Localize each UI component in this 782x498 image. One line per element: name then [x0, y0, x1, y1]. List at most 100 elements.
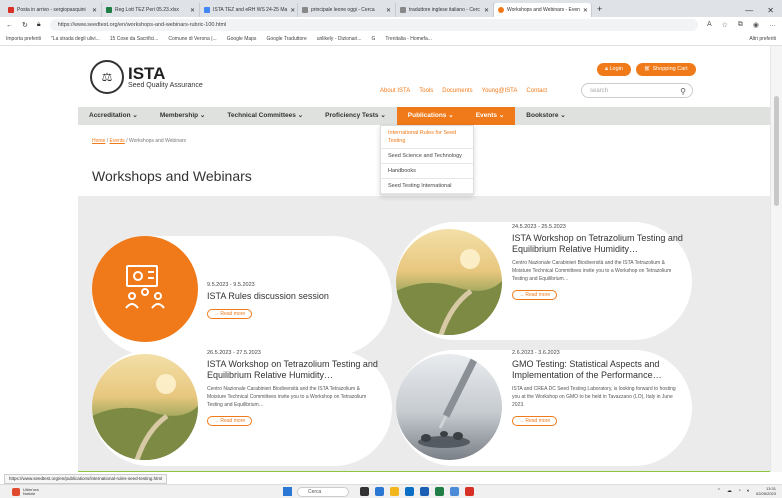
nav-publications[interactable]: Publications ⌄: [396, 107, 465, 125]
event-card[interactable]: 9.5.2023 - 9.5.2023 ISTA Rules discussio…: [92, 236, 392, 356]
dropdown-item[interactable]: Handbooks: [381, 164, 473, 179]
read-more-button[interactable]: → Read more: [207, 416, 253, 426]
nav-membership[interactable]: Membership ⌄: [149, 107, 217, 125]
bookmark-item[interactable]: Trenitalia - Homefa...: [385, 36, 432, 42]
login-button[interactable]: 🔒︎ Login: [597, 63, 631, 76]
close-tab-icon[interactable]: ✕: [290, 7, 295, 14]
store-icon[interactable]: [405, 487, 414, 496]
link-about[interactable]: About ISTA: [380, 88, 410, 94]
news-widget[interactable]: Ultim'ora Notizie: [12, 487, 39, 496]
shopping-cart-button[interactable]: 🛒︎ Shopping Cart: [635, 63, 696, 76]
lab-pipette-image: [418, 358, 478, 448]
wifi-icon[interactable]: ◔: [738, 488, 741, 494]
close-tab-icon[interactable]: ✕: [583, 7, 588, 14]
onedrive-icon[interactable]: ☁: [727, 488, 732, 494]
search-icon[interactable]: ⚲: [680, 85, 686, 99]
read-more-button[interactable]: → Read more: [512, 416, 558, 426]
bookmark-item[interactable]: Comune di Verona |...: [168, 36, 216, 42]
task-view-icon[interactable]: [360, 487, 369, 496]
minimize-icon[interactable]: —: [745, 6, 753, 15]
bookmark-item[interactable]: Google Traduttore: [266, 36, 306, 42]
read-more-button[interactable]: → Read more: [207, 309, 253, 319]
event-description: ISTA and CREA DC Seed Testing Laboratory…: [512, 386, 676, 408]
browser-tab[interactable]: traduttore inglese italiano - Cerc ✕: [396, 3, 494, 17]
dropdown-item[interactable]: International Rules for Seed Testing: [381, 126, 473, 149]
back-icon[interactable]: ←: [6, 22, 13, 29]
breadcrumb-events[interactable]: Events: [110, 138, 125, 144]
event-title[interactable]: ISTA Workshop on Tetrazolium Testing and…: [207, 359, 379, 381]
other-bookmarks[interactable]: Altri preferiti: [749, 36, 776, 42]
event-title[interactable]: GMO Testing: Statistical Aspects and Imp…: [512, 359, 684, 381]
system-tray: ⌃ ☁ ◔ 🔈︎ 13:31 02/05/2023: [717, 486, 776, 496]
mail-app-icon[interactable]: [420, 487, 429, 496]
link-young-ista[interactable]: Young@ISTA: [482, 88, 518, 94]
chevron-up-icon[interactable]: ⌃: [717, 488, 721, 494]
landscape-image: [92, 374, 198, 460]
browser-tab-active[interactable]: Workshops and Webinars - Even ✕: [494, 3, 592, 17]
refresh-icon[interactable]: ↻: [22, 21, 28, 29]
bookmark-item[interactable]: G: [372, 36, 376, 42]
page-scrollbar[interactable]: [770, 46, 782, 472]
start-icon[interactable]: [283, 487, 292, 496]
profile-icon[interactable]: ◉: [753, 21, 759, 29]
bookmark-item[interactable]: "La strada degli ulivi...: [51, 36, 100, 42]
browser-tab[interactable]: Reg Lott TEZ Peri 05.23.xlsx ✕: [102, 3, 200, 17]
event-image: [92, 354, 198, 460]
browser-tab[interactable]: Posta in arrivo - sergiopasquini ✕: [4, 3, 102, 17]
nav-proficiency-tests[interactable]: Proficiency Tests ⌄: [314, 107, 397, 125]
close-tab-icon[interactable]: ✕: [386, 7, 391, 14]
event-title[interactable]: ISTA Workshop on Tetrazolium Testing and…: [512, 233, 684, 255]
main-nav: Accreditation ⌄ Membership ⌄ Technical C…: [78, 107, 770, 125]
event-description: Centro Nazionale Carabinieri Biodiversit…: [512, 260, 672, 282]
event-card[interactable]: 2.6.2023 - 3.6.2023 GMO Testing: Statist…: [396, 350, 692, 466]
collections-icon[interactable]: ⧉: [738, 21, 743, 29]
close-tab-icon[interactable]: ✕: [92, 7, 97, 14]
search-icon: [302, 7, 308, 13]
event-card[interactable]: 24.5.2023 - 25.5.2023 ISTA Workshop on T…: [396, 222, 692, 340]
event-title[interactable]: ISTA Rules discussion session: [207, 291, 379, 302]
nav-technical-committees[interactable]: Technical Committees ⌄: [216, 107, 314, 125]
bookmark-item[interactable]: Importa preferiti: [6, 36, 41, 42]
link-documents[interactable]: Documents: [442, 88, 472, 94]
browser-tab-bar: Posta in arrivo - sergiopasquini ✕ Reg Lo…: [0, 0, 782, 17]
clock[interactable]: 13:31 02/05/2023: [756, 486, 776, 496]
url-field[interactable]: https://www.seedtest.org/en/workshops-an…: [49, 19, 698, 31]
file-explorer-icon[interactable]: [390, 487, 399, 496]
dropdown-item[interactable]: Seed Science and Technology: [381, 149, 473, 164]
new-tab-button[interactable]: +: [592, 3, 607, 17]
nav-bookstore[interactable]: Bookstore ⌄: [515, 107, 576, 125]
close-tab-icon[interactable]: ✕: [484, 7, 489, 14]
word-app-icon[interactable]: [450, 487, 459, 496]
breadcrumb-home[interactable]: Home: [92, 138, 105, 144]
excel-app-icon[interactable]: [435, 487, 444, 496]
read-aloud-icon[interactable]: A: [707, 21, 712, 29]
volume-icon[interactable]: 🔈︎: [747, 488, 750, 494]
mail-icon: [8, 7, 14, 13]
link-tools[interactable]: Tools: [419, 88, 433, 94]
nav-events[interactable]: Events ⌄: [464, 107, 516, 125]
event-card[interactable]: 26.5.2023 - 27.5.2023 ISTA Workshop on T…: [92, 350, 392, 466]
bookmark-item[interactable]: Google Maps: [227, 36, 257, 42]
read-more-button[interactable]: → Read more: [512, 290, 558, 300]
event-date: 26.5.2023 - 27.5.2023: [207, 350, 261, 356]
browser-tab[interactable]: ISTA TEZ and eRH WS 24-25 Ma ✕: [200, 3, 298, 17]
close-window-icon[interactable]: ✕: [767, 6, 774, 15]
window-controls: — ✕: [745, 3, 782, 17]
dropdown-item[interactable]: Seed Testing International: [381, 179, 473, 194]
nav-accreditation[interactable]: Accreditation ⌄: [78, 107, 149, 125]
taskbar-search[interactable]: Cerca: [297, 487, 349, 497]
bookmark-item[interactable]: unlikely - Dizionari...: [317, 36, 362, 42]
favorite-star-icon[interactable]: ☆: [722, 21, 728, 29]
chrome-icon[interactable]: [465, 487, 474, 496]
bookmark-item[interactable]: 15 Cose da Sacrifici...: [110, 36, 159, 42]
more-icon[interactable]: …: [769, 21, 776, 29]
event-image: [396, 354, 502, 460]
link-contact[interactable]: Contact: [526, 88, 547, 94]
edge-icon[interactable]: [375, 487, 384, 496]
search-input[interactable]: search ⚲: [581, 83, 693, 98]
browser-tab[interactable]: principale leone oggi - Cerca ✕: [298, 3, 396, 17]
close-tab-icon[interactable]: ✕: [190, 7, 195, 14]
ista-logo[interactable]: ⚖ ISTA Seed Quality Assurance: [90, 60, 203, 94]
event-date: 9.5.2023 - 9.5.2023: [207, 282, 255, 288]
scrollbar-thumb[interactable]: [774, 96, 779, 206]
